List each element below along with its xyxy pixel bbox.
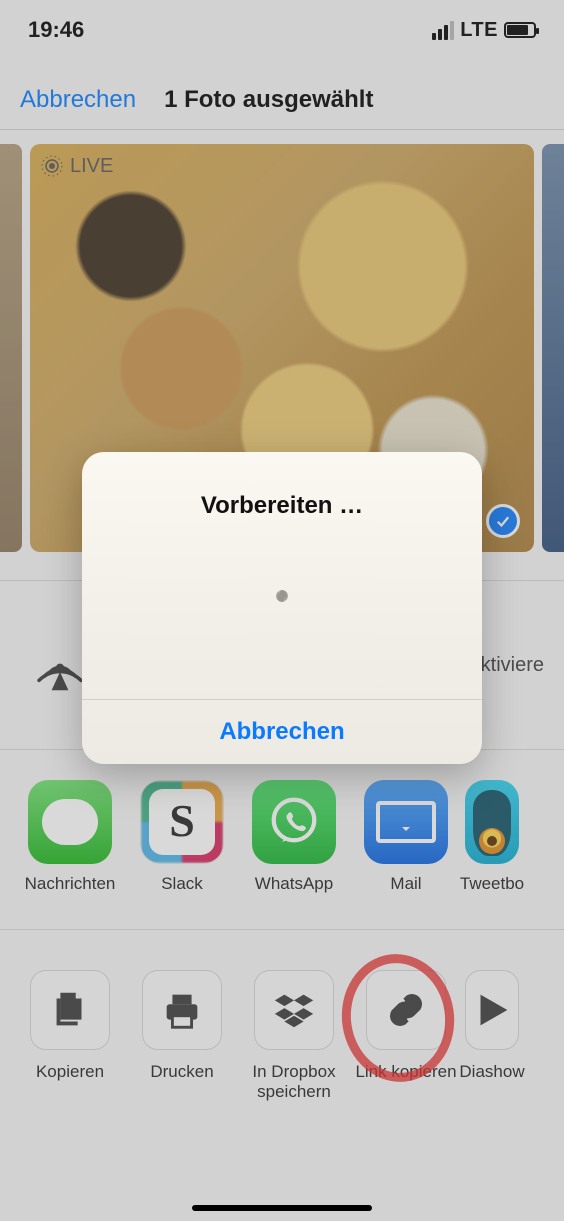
app-label: Slack [161, 874, 203, 894]
status-time: 19:46 [28, 17, 84, 43]
home-indicator[interactable] [192, 1205, 372, 1211]
cancel-button[interactable]: Abbrechen [20, 86, 136, 114]
action-row[interactable]: Kopieren Drucken In Dropbox speichern Li… [0, 940, 564, 1140]
app-share-row[interactable]: Nachrichten S Slack WhatsApp Mail Tweetb… [0, 760, 564, 930]
app-label: WhatsApp [255, 874, 333, 894]
live-photo-label: LIVE [70, 155, 113, 178]
action-label: In Dropbox speichern [238, 1062, 350, 1102]
preparing-modal: Vorbereiten … Abbrechen [82, 452, 482, 764]
photo-thumbnail-next[interactable] [542, 144, 564, 552]
share-sheet-screen: 19:46 LTE Abbrechen 1 Foto ausgewählt LI… [0, 0, 564, 1221]
action-copy[interactable]: Kopieren [14, 970, 126, 1102]
link-icon [383, 987, 429, 1033]
share-app-mail[interactable]: Mail [350, 780, 462, 894]
live-photo-badge: LIVE [40, 154, 113, 178]
tweetbot-icon [465, 780, 519, 864]
dropbox-icon [271, 987, 317, 1033]
messages-icon [28, 780, 112, 864]
status-bar: 19:46 LTE [0, 0, 564, 60]
mail-icon [364, 780, 448, 864]
printer-icon [159, 987, 205, 1033]
modal-title: Vorbereiten … [201, 492, 363, 520]
action-label: Link kopieren [355, 1062, 456, 1102]
status-right: LTE [432, 19, 536, 42]
photo-thumbnail-prev[interactable] [0, 144, 22, 552]
share-app-slack[interactable]: S Slack [126, 780, 238, 894]
action-print[interactable]: Drucken [126, 970, 238, 1102]
cellular-signal-icon [432, 21, 454, 40]
share-app-whatsapp[interactable]: WhatsApp [238, 780, 350, 894]
action-slideshow[interactable]: Diashow [462, 970, 522, 1102]
slack-icon: S [140, 780, 224, 864]
loading-spinner-icon [262, 590, 302, 630]
selected-check-icon[interactable] [486, 504, 520, 538]
copy-icon [47, 987, 93, 1033]
action-copy-link[interactable]: Link kopieren [350, 970, 462, 1102]
app-label: Tweetbo [460, 874, 524, 894]
battery-icon [504, 22, 536, 38]
action-label: Kopieren [36, 1062, 104, 1102]
action-label: Drucken [150, 1062, 213, 1102]
live-photo-icon [40, 154, 64, 178]
header: Abbrechen 1 Foto ausgewählt [0, 70, 564, 130]
network-label: LTE [460, 19, 498, 42]
action-dropbox[interactable]: In Dropbox speichern [238, 970, 350, 1102]
action-label: Diashow [459, 1062, 524, 1102]
page-title: 1 Foto ausgewählt [164, 86, 373, 114]
share-app-messages[interactable]: Nachrichten [14, 780, 126, 894]
modal-cancel-button[interactable]: Abbrechen [82, 700, 482, 764]
play-icon [469, 987, 515, 1033]
app-label: Nachrichten [25, 874, 116, 894]
whatsapp-icon [252, 780, 336, 864]
app-label: Mail [390, 874, 421, 894]
share-app-tweetbot[interactable]: Tweetbo [462, 780, 522, 894]
